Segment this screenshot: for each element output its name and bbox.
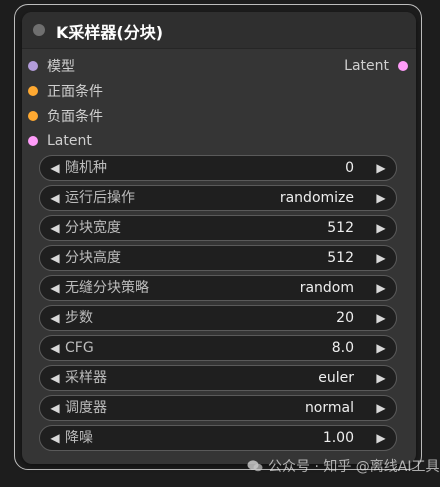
increment-arrow-icon[interactable]: ▶	[372, 189, 390, 207]
increment-arrow-icon[interactable]: ▶	[372, 399, 390, 417]
increment-arrow-icon[interactable]: ▶	[372, 429, 390, 447]
widget-value: random	[299, 280, 354, 296]
increment-arrow-icon[interactable]: ▶	[372, 369, 390, 387]
input-label-model: 模型	[47, 59, 75, 75]
wechat-icon	[247, 460, 263, 472]
widget-value: 0	[345, 160, 354, 176]
input-slot-negative[interactable]: 负面条件	[28, 106, 103, 126]
collapse-toggle-icon[interactable]	[33, 24, 45, 36]
node-title-bar[interactable]: K采样器(分块)	[22, 12, 416, 49]
latent-in-connector-icon[interactable]	[28, 136, 38, 146]
decrement-arrow-icon[interactable]: ◀	[46, 429, 64, 447]
decrement-arrow-icon[interactable]: ◀	[46, 249, 64, 267]
input-label-negative: 负面条件	[47, 109, 103, 125]
increment-arrow-icon[interactable]: ▶	[372, 159, 390, 177]
widget-sampler[interactable]: ◀ 采样器 euler ▶	[39, 365, 397, 391]
widget-denoise[interactable]: ◀ 降噪 1.00 ▶	[39, 425, 397, 451]
widget-value: randomize	[279, 190, 354, 206]
widget-label: 运行后操作	[65, 190, 135, 206]
increment-arrow-icon[interactable]: ▶	[372, 279, 390, 297]
node-title: K采样器(分块)	[56, 23, 164, 42]
watermark: 公众号 · 知乎 @离线AI工具	[247, 456, 440, 476]
widget-label: 步数	[65, 310, 93, 326]
widget-tile-height[interactable]: ◀ 分块高度 512 ▶	[39, 245, 397, 271]
input-label-positive: 正面条件	[47, 84, 103, 100]
widget-value: 8.0	[331, 340, 354, 356]
widget-value: normal	[304, 400, 354, 416]
widget-seed[interactable]: ◀ 随机种 0 ▶	[39, 155, 397, 181]
increment-arrow-icon[interactable]: ▶	[372, 249, 390, 267]
ksampler-tiled-node[interactable]: K采样器(分块) 模型 正面条件 负面条件 Latent Latent ◀ 随机…	[22, 12, 416, 464]
decrement-arrow-icon[interactable]: ◀	[46, 399, 64, 417]
input-slot-positive[interactable]: 正面条件	[28, 81, 103, 101]
widget-label: 分块宽度	[65, 220, 121, 236]
graph-canvas[interactable]: K采样器(分块) 模型 正面条件 负面条件 Latent Latent ◀ 随机…	[0, 0, 440, 487]
widget-control-after-generate[interactable]: ◀ 运行后操作 randomize ▶	[39, 185, 397, 211]
widget-label: 随机种	[65, 160, 107, 176]
model-connector-icon[interactable]	[28, 61, 38, 71]
widget-value: 1.00	[322, 430, 354, 446]
input-slot-model[interactable]: 模型	[28, 56, 75, 76]
widget-label: 分块高度	[65, 250, 121, 266]
decrement-arrow-icon[interactable]: ◀	[46, 339, 64, 357]
increment-arrow-icon[interactable]: ▶	[372, 309, 390, 327]
widget-label: 降噪	[65, 430, 93, 446]
widget-scheduler[interactable]: ◀ 调度器 normal ▶	[39, 395, 397, 421]
decrement-arrow-icon[interactable]: ◀	[46, 369, 64, 387]
input-label-latent: Latent	[47, 133, 92, 149]
widget-value: 512	[327, 250, 354, 266]
widget-tile-width[interactable]: ◀ 分块宽度 512 ▶	[39, 215, 397, 241]
decrement-arrow-icon[interactable]: ◀	[46, 309, 64, 327]
widget-tiling-strategy[interactable]: ◀ 无缝分块策略 random ▶	[39, 275, 397, 301]
positive-connector-icon[interactable]	[28, 86, 38, 96]
decrement-arrow-icon[interactable]: ◀	[46, 279, 64, 297]
latent-out-connector-icon[interactable]	[398, 61, 408, 71]
widget-label: 调度器	[65, 400, 107, 416]
widget-steps[interactable]: ◀ 步数 20 ▶	[39, 305, 397, 331]
output-label-latent: Latent	[344, 58, 389, 74]
decrement-arrow-icon[interactable]: ◀	[46, 159, 64, 177]
widget-label: 无缝分块策略	[65, 280, 149, 296]
output-slot-latent[interactable]: Latent	[344, 56, 408, 76]
widget-value: 512	[327, 220, 354, 236]
decrement-arrow-icon[interactable]: ◀	[46, 189, 64, 207]
increment-arrow-icon[interactable]: ▶	[372, 339, 390, 357]
increment-arrow-icon[interactable]: ▶	[372, 219, 390, 237]
input-slot-latent[interactable]: Latent	[28, 131, 92, 151]
widget-value: euler	[318, 370, 354, 386]
widget-value: 20	[336, 310, 354, 326]
widget-label: CFG	[65, 340, 94, 356]
widget-cfg[interactable]: ◀ CFG 8.0 ▶	[39, 335, 397, 361]
watermark-text: 公众号 · 知乎 @离线AI工具	[268, 459, 440, 475]
decrement-arrow-icon[interactable]: ◀	[46, 219, 64, 237]
widget-label: 采样器	[65, 370, 107, 386]
negative-connector-icon[interactable]	[28, 111, 38, 121]
